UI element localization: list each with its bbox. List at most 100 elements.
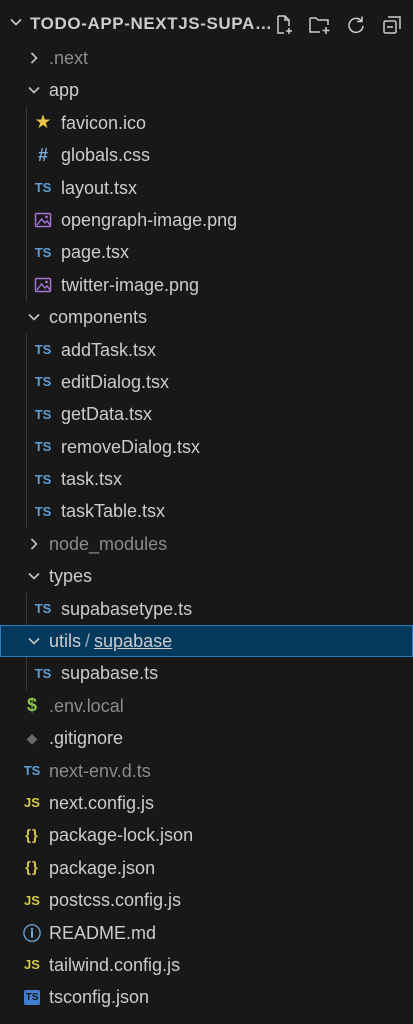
image-icon: [33, 275, 53, 295]
tree-item-label: removeDialog.tsx: [61, 436, 201, 457]
collapse-all-icon[interactable]: [379, 12, 405, 38]
indent-guide: [26, 171, 27, 204]
indent-guide: [26, 333, 27, 366]
tsconfig-icon: TS: [23, 989, 41, 1005]
indent-guide: [26, 365, 27, 399]
file-tailwind-config[interactable]: JS tailwind.config.js: [0, 949, 413, 981]
tree-item-label: tsconfig.json: [49, 987, 150, 1008]
file-next-config[interactable]: JS next.config.js: [0, 787, 413, 819]
tree-item-label: .next: [49, 48, 89, 68]
typescript-icon: TS: [34, 665, 52, 681]
folder-utils-supabase[interactable]: utils / supabase: [0, 625, 413, 658]
folder-components[interactable]: components: [0, 301, 413, 333]
tree-item-label: package-lock.json: [49, 825, 194, 846]
tree-item-label: .env.local: [49, 695, 124, 716]
tree-item-label: README.md: [49, 922, 157, 943]
file-package-json[interactable]: {} package.json: [0, 852, 413, 884]
chevron-down-icon[interactable]: [26, 309, 42, 325]
tree-item-label: taskTable.tsx: [61, 501, 166, 522]
typescript-icon: TS: [34, 601, 52, 617]
file-tasktable[interactable]: TS taskTable.tsx: [0, 495, 413, 528]
file-removedialog[interactable]: TS removeDialog.tsx: [0, 430, 413, 464]
indent-guide: [26, 657, 27, 690]
tree-item-label: supabase.ts: [61, 663, 159, 684]
file-supabase-ts[interactable]: TS supabase.ts: [0, 657, 413, 690]
star-icon: ★: [34, 112, 52, 134]
tree-item-label: page.tsx: [61, 242, 130, 263]
folder-types[interactable]: types: [0, 560, 413, 592]
chevron-right-icon[interactable]: [26, 50, 42, 66]
chevron-down-icon[interactable]: [26, 568, 42, 584]
file-twitter-image[interactable]: twitter-image.png: [0, 268, 413, 302]
typescript-icon: TS: [34, 471, 52, 487]
tree-item-label: utils / supabase: [49, 631, 173, 652]
tree-item-label: .gitignore: [49, 728, 124, 749]
indent-guide: [26, 592, 27, 626]
typescript-icon: TS: [34, 342, 52, 358]
tree-item-label: app: [49, 80, 80, 101]
new-file-icon[interactable]: [271, 12, 297, 38]
typescript-icon: TS: [23, 763, 41, 779]
folder-app[interactable]: app: [0, 74, 413, 106]
tree-item-label: components: [49, 307, 148, 328]
file-editdialog[interactable]: TS editDialog.tsx: [0, 365, 413, 399]
typescript-icon: TS: [34, 439, 52, 455]
tree-item-label: favicon.ico: [61, 112, 147, 133]
tree-item-label: opengraph-image.png: [61, 209, 238, 230]
tree-item-label: twitter-image.png: [61, 274, 200, 295]
typescript-icon: TS: [34, 503, 52, 519]
file-package-lock[interactable]: {} package-lock.json: [0, 819, 413, 851]
tree-item-label: layout.tsx: [61, 177, 138, 198]
file-supabasetype[interactable]: TS supabasetype.ts: [0, 592, 413, 626]
indent-guide: [26, 430, 27, 464]
file-page-tsx[interactable]: TS page.tsx: [0, 236, 413, 269]
typescript-icon: TS: [34, 180, 52, 196]
tree-item-label: supabasetype.ts: [61, 598, 193, 619]
file-layout-tsx[interactable]: TS layout.tsx: [0, 171, 413, 204]
file-opengraph-image[interactable]: opengraph-image.png: [0, 203, 413, 237]
chevron-right-icon[interactable]: [26, 536, 42, 552]
indent-guide: [26, 268, 27, 302]
info-icon: ⓘ: [23, 923, 41, 944]
file-env-local[interactable]: $ .env.local: [0, 690, 413, 722]
file-postcss-config[interactable]: JS postcss.config.js: [0, 884, 413, 916]
indent-guide: [26, 203, 27, 237]
json-icon: {}: [25, 859, 39, 877]
folder-next[interactable]: .next: [0, 42, 413, 74]
indent-guide: [26, 495, 27, 528]
tree-item-label: postcss.config.js: [49, 890, 182, 911]
tree-item-label: globals.css: [61, 145, 151, 166]
tree-item-label: tailwind.config.js: [49, 954, 181, 975]
file-addtask[interactable]: TS addTask.tsx: [0, 333, 413, 366]
file-getdata[interactable]: TS getData.tsx: [0, 398, 413, 431]
indent-guide: [26, 139, 27, 172]
tree-item-sublabel: supabase: [94, 631, 173, 652]
chevron-down-icon[interactable]: [26, 633, 42, 649]
tree-item-label: next.config.js: [49, 792, 155, 813]
javascript-icon: JS: [24, 957, 40, 973]
refresh-icon[interactable]: [343, 12, 369, 38]
indent-guide: [26, 236, 27, 269]
new-folder-icon[interactable]: [307, 12, 333, 38]
typescript-icon: TS: [34, 244, 52, 260]
file-globals-css[interactable]: # globals.css: [0, 139, 413, 172]
tree-item-label: package.json: [49, 857, 156, 878]
file-tsconfig[interactable]: TS tsconfig.json: [0, 981, 413, 1013]
file-next-env[interactable]: TS next-env.d.ts: [0, 755, 413, 787]
file-task[interactable]: TS task.tsx: [0, 463, 413, 496]
explorer-title: TODO-APP-NEXTJS-SUPAB...: [30, 14, 275, 33]
chevron-down-icon[interactable]: [26, 82, 42, 98]
chevron-down-icon[interactable]: [8, 14, 24, 30]
file-tree: .next app ★ favicon.ico # globals.css TS layout…: [0, 42, 413, 1014]
file-favicon[interactable]: ★ favicon.ico: [0, 106, 413, 140]
explorer-actions: [271, 12, 405, 38]
tree-item-label: node_modules: [49, 533, 168, 554]
hash-icon: #: [37, 144, 48, 165]
typescript-icon: TS: [34, 374, 52, 390]
file-readme[interactable]: ⓘ README.md: [0, 917, 413, 949]
javascript-icon: JS: [24, 795, 40, 811]
file-gitignore[interactable]: ◆ .gitignore: [0, 722, 413, 754]
dollar-icon: $: [26, 695, 37, 716]
tree-item-label: types: [49, 566, 93, 587]
folder-node-modules[interactable]: node_modules: [0, 528, 413, 560]
